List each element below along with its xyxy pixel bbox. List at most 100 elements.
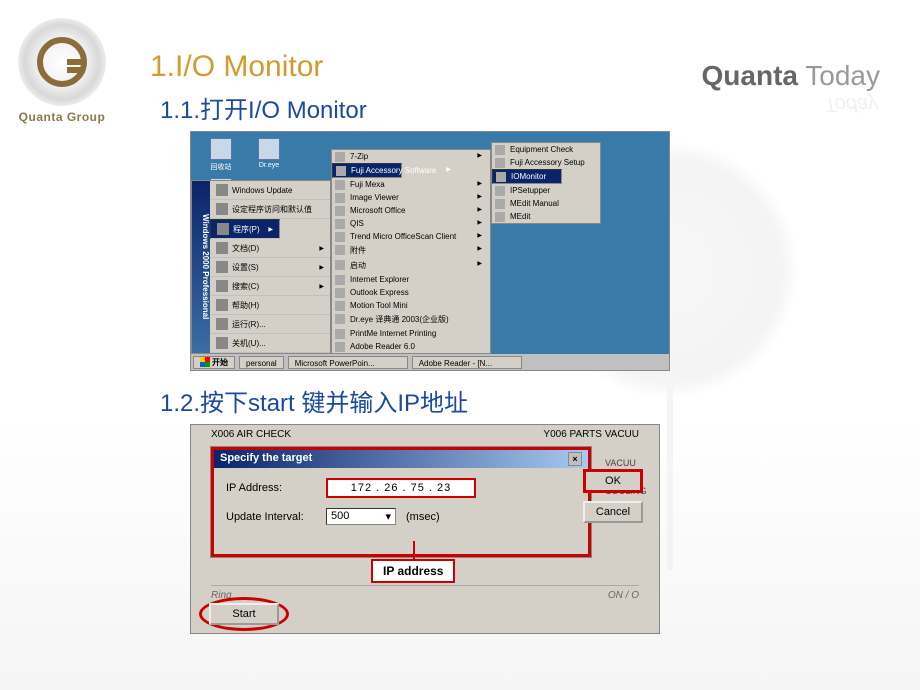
icon-label: 回收站 — [211, 164, 232, 171]
submenu-label: Internet Explorer — [350, 275, 409, 284]
submenu-item-fuji[interactable]: Fuji Accessory Software▶ — [332, 163, 402, 178]
close-icon[interactable]: × — [568, 452, 582, 466]
start-item[interactable]: 搜索(C) ▶ — [210, 277, 330, 296]
submenu-item[interactable]: Image Viewer ▶ — [332, 191, 490, 204]
start-item-label: Windows Update — [232, 186, 292, 195]
cancel-button[interactable]: Cancel — [583, 501, 643, 523]
ip-row: IP Address: 172 . 26 . 75 . 23 — [226, 478, 576, 498]
recycle-icon — [210, 138, 232, 160]
submenu-label: Dr.eye 译典通 2003(企业版) — [350, 315, 449, 324]
arrow-right-icon: ▶ — [477, 180, 482, 187]
menu-icon — [216, 203, 228, 215]
submenu-label: Trend Micro OfficeScan Client — [350, 232, 456, 241]
start-button[interactable]: 开始 — [193, 356, 235, 369]
submenu-programs: 7-Zip▶ Fuji Accessory Software▶ Fuji Mex… — [331, 149, 491, 354]
start-item-programs[interactable]: 程序(P)▶ — [210, 219, 280, 239]
submenu-label: Equipment Check — [510, 145, 573, 154]
heading-1: 1.I/O Monitor — [150, 50, 890, 84]
ok-button[interactable]: OK — [583, 469, 643, 493]
submenu-label: Motion Tool Mini — [350, 301, 408, 310]
arrow-right-icon: ▶ — [446, 166, 451, 175]
interval-unit: (msec) — [406, 511, 440, 523]
dialog-buttons: OK Cancel — [583, 469, 643, 523]
start-list: Windows Update 设定程序访问和默认值 程序(P)▶ 文档(D)▶ … — [210, 181, 330, 353]
dialog-titlebar: Specify the target × — [214, 450, 588, 468]
submenu-item[interactable]: Dr.eye 译典通 2003(企业版) — [332, 312, 490, 327]
icon-label: Dr.eye — [259, 162, 279, 169]
submenu-item[interactable]: 启动▶ — [332, 258, 490, 273]
start-item-label: 帮助(H) — [232, 300, 259, 311]
submenu-label: QIS — [350, 219, 364, 228]
arrow-right-icon: ▶ — [477, 245, 482, 252]
submenu-label: IPSetupper — [510, 186, 550, 195]
submenu-item[interactable]: 7-Zip▶ — [332, 150, 490, 163]
submenu-item[interactable]: Internet Explorer — [332, 273, 490, 286]
submenu-label: Adobe Reader 6.0 — [350, 342, 415, 351]
start-button[interactable]: Start — [209, 603, 279, 625]
submenu-item[interactable]: QIS▶ — [332, 217, 490, 230]
start-item-label: 设定程序访问和默认值 — [232, 204, 312, 215]
desktop-icon-dreye[interactable]: Dr.eye — [249, 138, 289, 169]
start-item[interactable]: Windows Update — [210, 181, 330, 200]
submenu-item-iomonitor[interactable]: IOMonitor — [492, 169, 562, 184]
submenu-item[interactable]: Equipment Check — [492, 143, 600, 156]
start-menu: Windows 2000 Professional Windows Update… — [191, 180, 331, 354]
submenu-item[interactable]: Fuji Accessory Setup — [492, 156, 600, 169]
submenu-label: MEdit Manual — [510, 199, 559, 208]
submenu-item[interactable]: Microsoft Office ▶ — [332, 204, 490, 217]
start-item[interactable]: 帮助(H) — [210, 296, 330, 315]
start-label: 开始 — [212, 357, 228, 368]
logo-q-icon — [37, 37, 87, 87]
heading-1-1: 1.1.打开I/O Monitor — [160, 90, 890, 125]
menu-icon — [216, 184, 228, 196]
ip-input[interactable]: 172 . 26 . 75 . 23 — [326, 478, 476, 498]
submenu-item[interactable]: Fuji Mexa ▶ — [332, 178, 490, 191]
arrow-right-icon: ▶ — [319, 283, 324, 290]
start-item[interactable]: 运行(R)... — [210, 315, 330, 334]
desktop-icon-recycle[interactable]: 回收站 — [201, 138, 241, 172]
interval-select[interactable]: 500 ▾ — [326, 508, 396, 525]
ip-callout: IP address — [371, 559, 455, 583]
start-item[interactable]: 设置(S)▶ — [210, 258, 330, 277]
menu-icon — [216, 318, 228, 330]
arrow-right-icon: ▶ — [319, 245, 324, 252]
submenu-item[interactable]: Motion Tool Mini — [332, 299, 490, 312]
submenu-item[interactable]: Outlook Express — [332, 286, 490, 299]
submenu-item[interactable]: PrintMe Internet Printing — [332, 327, 490, 340]
start-item[interactable]: 文档(D)▶ — [210, 239, 330, 258]
submenu-item[interactable]: 附件▶ — [332, 243, 490, 258]
taskbar-item[interactable]: Adobe Reader - [N... — [412, 356, 522, 369]
menu-icon — [216, 242, 228, 254]
taskbar-item[interactable]: Microsoft PowerPoin... — [288, 356, 408, 369]
dialog-top-row: X006 AIR CHECK Y006 PARTS VACUU — [191, 425, 659, 444]
taskbar-item[interactable]: personal — [239, 356, 284, 369]
submenu-item[interactable]: Adobe Reader 6.0 — [332, 340, 490, 353]
submenu-item[interactable]: MEdit — [492, 210, 600, 223]
submenu-label: Fuji Mexa — [350, 180, 385, 189]
start-item-label: 搜索(C) — [232, 281, 259, 292]
submenu-item[interactable]: IPSetupper — [492, 184, 600, 197]
dialog-body: IP Address: 172 . 26 . 75 . 23 Update In… — [214, 468, 588, 545]
submenu-item[interactable]: MEdit Manual — [492, 197, 600, 210]
ip-label: IP Address: — [226, 482, 316, 494]
submenu-label: 启动 — [350, 261, 366, 270]
start-item-label: 运行(R)... — [232, 319, 266, 330]
submenu-item[interactable]: Trend Micro OfficeScan Client▶ — [332, 230, 490, 243]
start-item[interactable]: 设定程序访问和默认值 — [210, 200, 330, 219]
submenu-label: PrintMe Internet Printing — [350, 329, 436, 338]
arrow-right-icon: ▶ — [477, 193, 482, 200]
arrow-right-icon: ▶ — [477, 152, 482, 159]
submenu-fuji: Equipment Check Fuji Accessory Setup IOM… — [491, 142, 601, 224]
dreye-icon — [258, 138, 280, 160]
submenu-label: IOMonitor — [511, 172, 546, 181]
arrow-right-icon: ▶ — [477, 206, 482, 213]
logo-ring — [18, 18, 106, 106]
start-item[interactable]: 关机(U)... — [210, 334, 330, 353]
submenu-label: Image Viewer — [350, 193, 399, 202]
footer-row: Ring ON / O — [211, 585, 639, 601]
interval-row: Update Interval: 500 ▾ (msec) — [226, 508, 576, 525]
submenu-label: MEdit — [510, 212, 530, 221]
submenu-label: Fuji Accessory Setup — [510, 158, 585, 167]
menu-icon — [216, 261, 228, 273]
submenu-label: Microsoft Office — [350, 206, 405, 215]
